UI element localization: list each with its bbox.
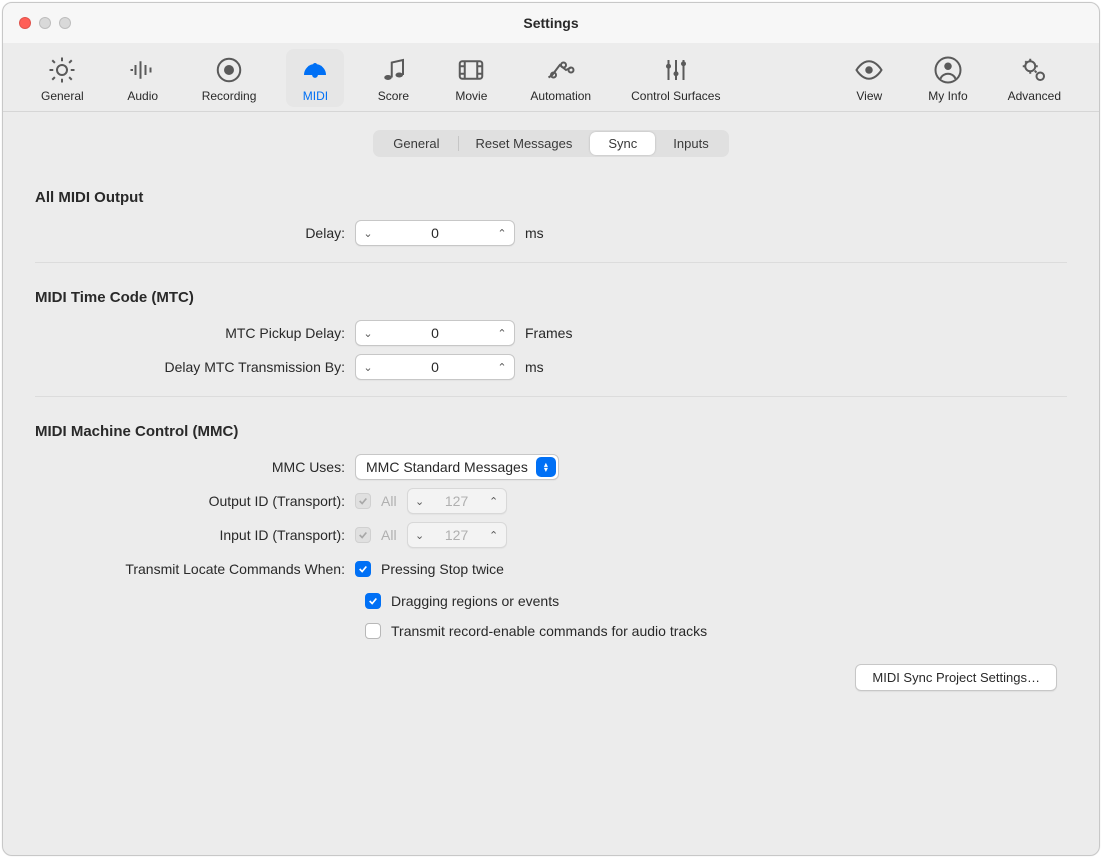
mmc-uses-select[interactable]: MMC Standard Messages ▴▾	[355, 454, 559, 480]
section-all-midi-output: All MIDI Output	[35, 175, 1067, 216]
chevron-down-icon[interactable]: ⌄	[356, 227, 380, 240]
midi-sync-project-settings-button[interactable]: MIDI Sync Project Settings…	[855, 664, 1057, 691]
mtc-pickup-label: MTC Pickup Delay:	[35, 325, 355, 341]
waveform-icon	[128, 55, 158, 85]
chevron-up-icon: ⌃	[482, 495, 506, 508]
tab-label: Control Surfaces	[631, 89, 720, 103]
tab-label: MIDI	[303, 89, 328, 103]
tab-recording[interactable]: Recording	[192, 49, 267, 107]
tab-movie[interactable]: Movie	[442, 49, 500, 107]
dragging-regions-checkbox[interactable]	[365, 593, 381, 609]
output-id-value: 127	[432, 493, 482, 509]
chevron-up-icon[interactable]: ⌃	[490, 361, 514, 374]
chevron-up-icon[interactable]: ⌃	[490, 327, 514, 340]
tab-label: My Info	[928, 89, 967, 103]
chevron-up-icon: ⌃	[482, 529, 506, 542]
mtc-pickup-stepper[interactable]: ⌄ 0 ⌃	[355, 320, 515, 346]
transmit-record-enable-label: Transmit record-enable commands for audi…	[391, 623, 707, 639]
divider	[35, 396, 1067, 397]
delay-unit: ms	[525, 225, 544, 241]
tab-midi[interactable]: MIDI	[286, 49, 344, 107]
input-id-stepper: ⌄ 127 ⌃	[407, 522, 507, 548]
mtc-trans-unit: ms	[525, 359, 544, 375]
output-id-stepper: ⌄ 127 ⌃	[407, 488, 507, 514]
output-id-label: Output ID (Transport):	[35, 493, 355, 509]
sliders-icon	[661, 55, 691, 85]
tab-score[interactable]: Score	[364, 49, 422, 107]
chevron-down-icon: ⌄	[408, 495, 432, 508]
subtabs: General Reset Messages Sync Inputs	[25, 130, 1077, 157]
dragging-regions-label: Dragging regions or events	[391, 593, 559, 609]
tab-label: Automation	[530, 89, 591, 103]
mmc-uses-label: MMC Uses:	[35, 459, 355, 475]
tab-label: General	[41, 89, 84, 103]
gear-icon	[47, 55, 77, 85]
delay-stepper[interactable]: ⌄ 0 ⌃	[355, 220, 515, 246]
chevron-up-icon[interactable]: ⌃	[490, 227, 514, 240]
section-mmc: MIDI Machine Control (MMC)	[35, 409, 1067, 450]
tab-label: Score	[378, 89, 409, 103]
content: General Reset Messages Sync Inputs All M…	[3, 112, 1099, 855]
input-all-label: All	[381, 527, 397, 543]
notes-icon	[378, 55, 408, 85]
midi-panel: General Reset Messages Sync Inputs All M…	[25, 130, 1077, 705]
mmc-uses-value: MMC Standard Messages	[366, 459, 528, 475]
mtc-pickup-value: 0	[380, 325, 490, 341]
pressing-stop-label: Pressing Stop twice	[381, 561, 504, 577]
gauge-icon	[300, 55, 330, 85]
tab-automation[interactable]: Automation	[520, 49, 601, 107]
subtab-sync[interactable]: Sync	[590, 132, 655, 155]
mtc-trans-label: Delay MTC Transmission By:	[35, 359, 355, 375]
settings-window: Settings General Audio Recording MIDI	[2, 2, 1100, 856]
tab-general[interactable]: General	[31, 49, 94, 107]
tab-control-surfaces[interactable]: Control Surfaces	[621, 49, 730, 107]
output-all-label: All	[381, 493, 397, 509]
window-title: Settings	[3, 15, 1099, 31]
input-all-checkbox	[355, 527, 371, 543]
divider	[35, 262, 1067, 263]
section-mtc: MIDI Time Code (MTC)	[35, 275, 1067, 316]
subtab-inputs[interactable]: Inputs	[655, 132, 726, 155]
pressing-stop-checkbox[interactable]	[355, 561, 371, 577]
eye-icon	[854, 55, 884, 85]
mtc-pickup-unit: Frames	[525, 325, 572, 341]
movie-icon	[456, 55, 486, 85]
output-all-checkbox	[355, 493, 371, 509]
input-id-label: Input ID (Transport):	[35, 527, 355, 543]
chevron-down-icon[interactable]: ⌄	[356, 361, 380, 374]
delay-value: 0	[380, 225, 490, 241]
subtab-general[interactable]: General	[375, 132, 457, 155]
person-icon	[933, 55, 963, 85]
tab-label: View	[856, 89, 882, 103]
titlebar: Settings	[3, 3, 1099, 43]
mtc-trans-value: 0	[380, 359, 490, 375]
automation-icon	[546, 55, 576, 85]
tab-label: Audio	[127, 89, 158, 103]
tab-view[interactable]: View	[840, 49, 898, 107]
input-id-value: 127	[432, 527, 482, 543]
subtab-reset-messages[interactable]: Reset Messages	[458, 132, 591, 155]
mtc-trans-stepper[interactable]: ⌄ 0 ⌃	[355, 354, 515, 380]
delay-label: Delay:	[35, 225, 355, 241]
tab-my-info[interactable]: My Info	[918, 49, 977, 107]
tab-label: Advanced	[1008, 89, 1061, 103]
tab-audio[interactable]: Audio	[114, 49, 172, 107]
transmit-record-enable-checkbox[interactable]	[365, 623, 381, 639]
transmit-label: Transmit Locate Commands When:	[35, 561, 355, 577]
tab-advanced[interactable]: Advanced	[998, 49, 1071, 107]
record-icon	[214, 55, 244, 85]
gears-icon	[1019, 55, 1049, 85]
tab-label: Movie	[455, 89, 487, 103]
tab-label: Recording	[202, 89, 257, 103]
chevron-down-icon: ⌄	[408, 529, 432, 542]
toolbar: General Audio Recording MIDI Score	[3, 43, 1099, 112]
chevron-down-icon[interactable]: ⌄	[356, 327, 380, 340]
select-chevrons-icon: ▴▾	[536, 457, 556, 477]
